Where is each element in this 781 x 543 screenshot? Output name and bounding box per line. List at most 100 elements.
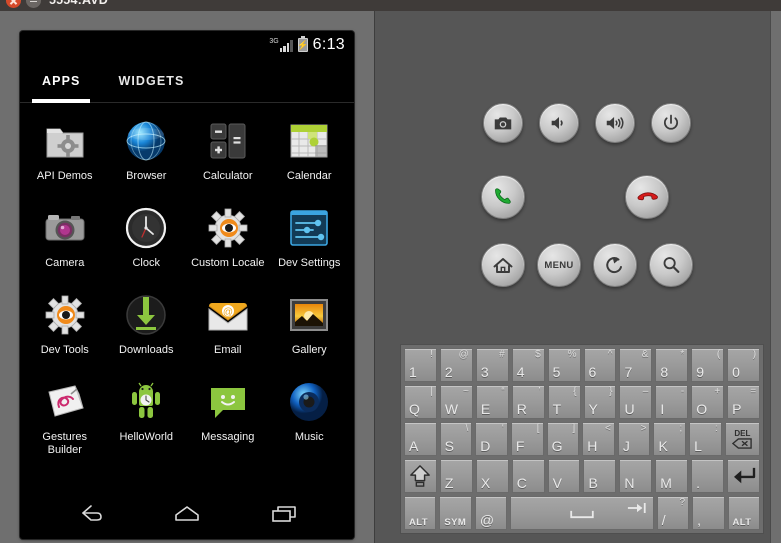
key-j[interactable]: J >	[617, 422, 651, 456]
key-f[interactable]: F[	[510, 422, 544, 456]
key-v[interactable]: V	[547, 459, 581, 493]
close-icon[interactable]	[6, 0, 21, 8]
app-calculator[interactable]: Calculator	[187, 111, 269, 198]
nav-recents-icon[interactable]	[265, 498, 305, 528]
key-alt[interactable]: ALT	[404, 496, 437, 530]
key-label: S	[444, 438, 454, 454]
key-1[interactable]: 1!	[404, 348, 437, 382]
key-4[interactable]: 4 $	[511, 348, 545, 382]
key-c[interactable]: C	[511, 459, 545, 493]
key-label: N	[624, 475, 635, 491]
key-label: 5	[552, 364, 561, 380]
key-w[interactable]: W ~	[439, 385, 473, 419]
app-api-demos[interactable]: API Demos	[24, 111, 106, 198]
app-calendar[interactable]: Calendar	[269, 111, 351, 198]
back-button[interactable]	[593, 243, 637, 287]
key-shift[interactable]	[404, 459, 437, 493]
volume-down-icon	[551, 117, 563, 129]
key-5[interactable]: 5%	[547, 348, 581, 382]
keyboard-row: Z X C V B N M.	[404, 459, 760, 493]
key-alt-label: =	[750, 386, 757, 397]
key-label: B	[588, 475, 598, 491]
key-enter[interactable]	[727, 459, 760, 493]
key-u[interactable]: U –	[619, 385, 653, 419]
key-g[interactable]: G]	[546, 422, 580, 456]
tab-widgets[interactable]: WIDGETS	[118, 59, 184, 103]
key-3[interactable]: 3 #	[475, 348, 509, 382]
key-slash[interactable]: /?	[656, 496, 690, 530]
volume-up-button[interactable]	[595, 103, 635, 143]
keyboard-row: 1! 2 @3 #4 $5% 6 ^ 7 & 8 * 9(0)	[404, 348, 761, 382]
minimize-icon[interactable]	[26, 0, 41, 8]
camera-button[interactable]	[483, 103, 523, 143]
app-music[interactable]: Music	[269, 372, 351, 459]
key-label: F	[515, 438, 525, 454]
app-email[interactable]: @ Email	[187, 285, 269, 372]
key-alt[interactable]: ALT	[727, 496, 760, 530]
key-i[interactable]: I-	[655, 385, 689, 419]
tab-apps[interactable]: APPS	[31, 59, 92, 103]
nav-back-icon[interactable]	[69, 498, 109, 528]
end-call-button[interactable]	[625, 175, 669, 219]
app-downloads[interactable]: Downloads	[106, 285, 188, 372]
key-2[interactable]: 2 @	[439, 348, 473, 382]
key-s[interactable]: S \	[439, 422, 473, 456]
nav-home-icon[interactable]	[167, 498, 207, 528]
window-title-bar: 5554:AVD	[0, 0, 781, 11]
volume-down-button[interactable]	[539, 103, 579, 143]
window-scroll-edge[interactable]	[770, 11, 781, 543]
key-q[interactable]: Q |	[404, 385, 437, 419]
key-alt-label: |	[430, 386, 433, 397]
key-z[interactable]: Z	[439, 459, 473, 493]
key-7[interactable]: 7 &	[619, 348, 653, 382]
app-browser[interactable]: Browser	[106, 111, 188, 198]
key-e[interactable]: E “	[475, 385, 509, 419]
key-p[interactable]: P =	[727, 385, 761, 419]
key-h[interactable]: H <	[582, 422, 615, 456]
key-6[interactable]: 6 ^	[583, 348, 617, 382]
key-period[interactable]: .	[691, 459, 725, 493]
key-alt-label: ‘	[501, 423, 504, 434]
phone-screen[interactable]: 3G ⚡ 6:13 APPS WIDGETS API Demos Browser…	[20, 31, 354, 539]
key-a[interactable]: A	[404, 422, 437, 456]
app-dev-tools[interactable]: Dev Tools	[24, 285, 106, 372]
key-n[interactable]: N	[619, 459, 653, 493]
key-at[interactable]: @	[474, 496, 508, 530]
app-dev-settings[interactable]: Dev Settings	[269, 198, 351, 285]
app-messaging[interactable]: Messaging	[187, 372, 269, 459]
key-d[interactable]: D ‘	[475, 422, 508, 456]
key-k[interactable]: K;	[653, 422, 687, 456]
key-label: O	[696, 401, 708, 417]
key-x[interactable]: X	[475, 459, 509, 493]
key-label: C	[516, 475, 527, 491]
key-r[interactable]: R’	[511, 385, 545, 419]
menu-button[interactable]: MENU	[537, 243, 581, 287]
app-camera[interactable]: Camera	[24, 198, 106, 285]
key-y[interactable]: Y}	[583, 385, 617, 419]
signal-bars-icon: 3G	[269, 38, 293, 52]
home-button[interactable]	[481, 243, 525, 287]
tab-label: WIDGETS	[118, 73, 185, 88]
power-button[interactable]	[651, 103, 691, 143]
dev-tools-icon	[41, 291, 89, 339]
key-space[interactable]	[510, 496, 654, 530]
key-9[interactable]: 9(	[691, 348, 725, 382]
app-gestures-builder[interactable]: Gestures Builder	[24, 372, 106, 459]
key-o[interactable]: O +	[691, 385, 725, 419]
key-t[interactable]: T{	[547, 385, 581, 419]
app-gallery[interactable]: Gallery	[269, 285, 351, 372]
app-custom-locale[interactable]: Custom Locale	[187, 198, 269, 285]
call-button[interactable]	[481, 175, 525, 219]
search-button[interactable]	[649, 243, 693, 287]
app-helloworld[interactable]: HelloWorld	[106, 372, 188, 459]
key-m[interactable]: M	[655, 459, 689, 493]
email-icon: @	[204, 291, 252, 339]
app-clock[interactable]: Clock	[106, 198, 188, 285]
key-sym[interactable]: SYM	[439, 496, 472, 530]
key-del[interactable]: DEL	[724, 422, 761, 456]
key-l[interactable]: L:	[689, 422, 722, 456]
key-0[interactable]: 0)	[727, 348, 761, 382]
key-comma[interactable]: ,	[692, 496, 725, 530]
key-b[interactable]: B	[583, 459, 617, 493]
key-8[interactable]: 8 *	[655, 348, 689, 382]
